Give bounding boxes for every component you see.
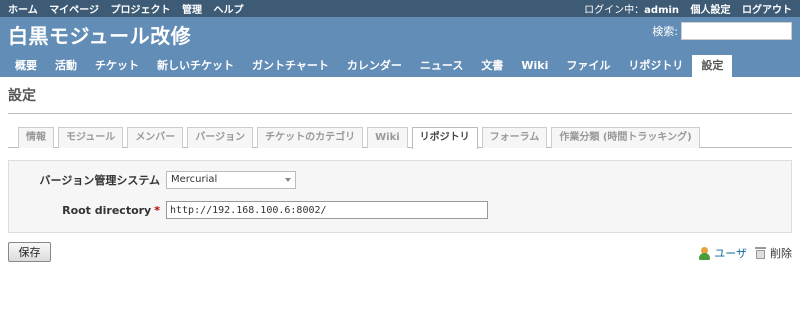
top-link-my-page[interactable]: マイページ bbox=[49, 5, 99, 16]
settings-tab-boards[interactable]: フォーラム bbox=[481, 127, 548, 148]
contextual-links: ユーザ 削除 bbox=[698, 245, 792, 261]
top-link-help[interactable]: ヘルプ bbox=[213, 5, 243, 16]
tab-calendar[interactable]: カレンダー bbox=[338, 55, 411, 77]
logged-user[interactable]: admin bbox=[644, 5, 679, 16]
top-link-admin[interactable]: 管理 bbox=[182, 5, 202, 16]
project-title: 白黒モジュール改修 bbox=[8, 24, 192, 48]
required-mark: * bbox=[154, 203, 160, 217]
scm-label: バージョン管理システム bbox=[39, 174, 160, 187]
tab-files[interactable]: ファイル bbox=[557, 55, 619, 77]
scm-select[interactable]: Mercurial bbox=[166, 171, 296, 189]
settings-tab-repository[interactable]: リポジトリ bbox=[411, 127, 478, 149]
tab-issues[interactable]: チケット bbox=[86, 55, 148, 77]
users-link[interactable]: ユーザ bbox=[698, 245, 747, 261]
settings-tab-wiki[interactable]: Wiki bbox=[367, 127, 408, 148]
settings-tab-activities[interactable]: 作業分類 (時間トラッキング) bbox=[551, 127, 700, 148]
form-actions: 保存 ユーザ 削除 bbox=[8, 242, 792, 264]
settings-tabs: 情報 モジュール メンバー バージョン チケットのカテゴリ Wiki リポジトリ… bbox=[8, 127, 792, 149]
top-link-my-account[interactable]: 個人設定 bbox=[691, 5, 731, 16]
logged-as: ログイン中：admin bbox=[584, 5, 680, 16]
top-link-projects[interactable]: プロジェクト bbox=[110, 5, 170, 16]
top-link-home[interactable]: ホーム bbox=[8, 5, 38, 16]
main-menu: 概要 活動 チケット 新しいチケット ガントチャート カレンダー ニュース 文書… bbox=[6, 55, 733, 77]
tab-activity[interactable]: 活動 bbox=[46, 55, 86, 77]
settings-tab-members[interactable]: メンバー bbox=[127, 127, 184, 148]
scm-selected-value: Mercurial bbox=[171, 174, 218, 185]
tab-settings[interactable]: 設定 bbox=[692, 55, 733, 77]
header: 白黒モジュール改修 検索: 概要 活動 チケット 新しいチケット ガントチャート… bbox=[0, 17, 800, 77]
tab-gantt[interactable]: ガントチャート bbox=[243, 55, 338, 77]
settings-tab-info[interactable]: 情報 bbox=[18, 127, 54, 148]
top-menu-right: ログイン中：admin 個人設定 ログアウト bbox=[584, 1, 792, 16]
top-menu: ホーム マイページ プロジェクト 管理 ヘルプ ログイン中：admin 個人設定… bbox=[0, 0, 800, 17]
root-directory-label: Root directory * bbox=[62, 203, 160, 217]
settings-tab-modules[interactable]: モジュール bbox=[58, 127, 124, 148]
users-link-label: ユーザ bbox=[714, 247, 747, 260]
root-directory-input[interactable] bbox=[166, 201, 488, 219]
scm-row: バージョン管理システム Mercurial bbox=[9, 171, 296, 189]
top-link-logout[interactable]: ログアウト bbox=[742, 5, 792, 16]
user-icon bbox=[698, 246, 711, 260]
tab-documents[interactable]: 文書 bbox=[472, 55, 512, 77]
content: 設定 情報 モジュール メンバー バージョン チケットのカテゴリ Wiki リポ… bbox=[0, 77, 800, 270]
trash-icon bbox=[755, 247, 766, 259]
repository-form: バージョン管理システム Mercurial Root directory * bbox=[8, 160, 792, 233]
settings-tab-versions[interactable]: バージョン bbox=[187, 127, 254, 148]
tab-overview[interactable]: 概要 bbox=[6, 55, 46, 77]
search-label: 検索: bbox=[652, 25, 678, 38]
tab-repository[interactable]: リポジトリ bbox=[619, 55, 692, 77]
save-button[interactable]: 保存 bbox=[8, 242, 51, 262]
tab-news[interactable]: ニュース bbox=[411, 55, 472, 77]
settings-tab-issue-categories[interactable]: チケットのカテゴリ bbox=[257, 127, 364, 148]
quick-search: 検索: bbox=[652, 22, 792, 40]
delete-link-label: 削除 bbox=[770, 247, 792, 260]
tab-wiki[interactable]: Wiki bbox=[512, 55, 557, 77]
page-title: 設定 bbox=[8, 83, 792, 114]
search-input[interactable] bbox=[681, 22, 792, 40]
chevron-down-icon bbox=[285, 178, 291, 182]
top-menu-left: ホーム マイページ プロジェクト 管理 ヘルプ bbox=[8, 1, 251, 16]
delete-link[interactable]: 削除 bbox=[755, 245, 792, 261]
tab-new-issue[interactable]: 新しいチケット bbox=[148, 55, 243, 77]
root-directory-row: Root directory * bbox=[9, 201, 488, 219]
